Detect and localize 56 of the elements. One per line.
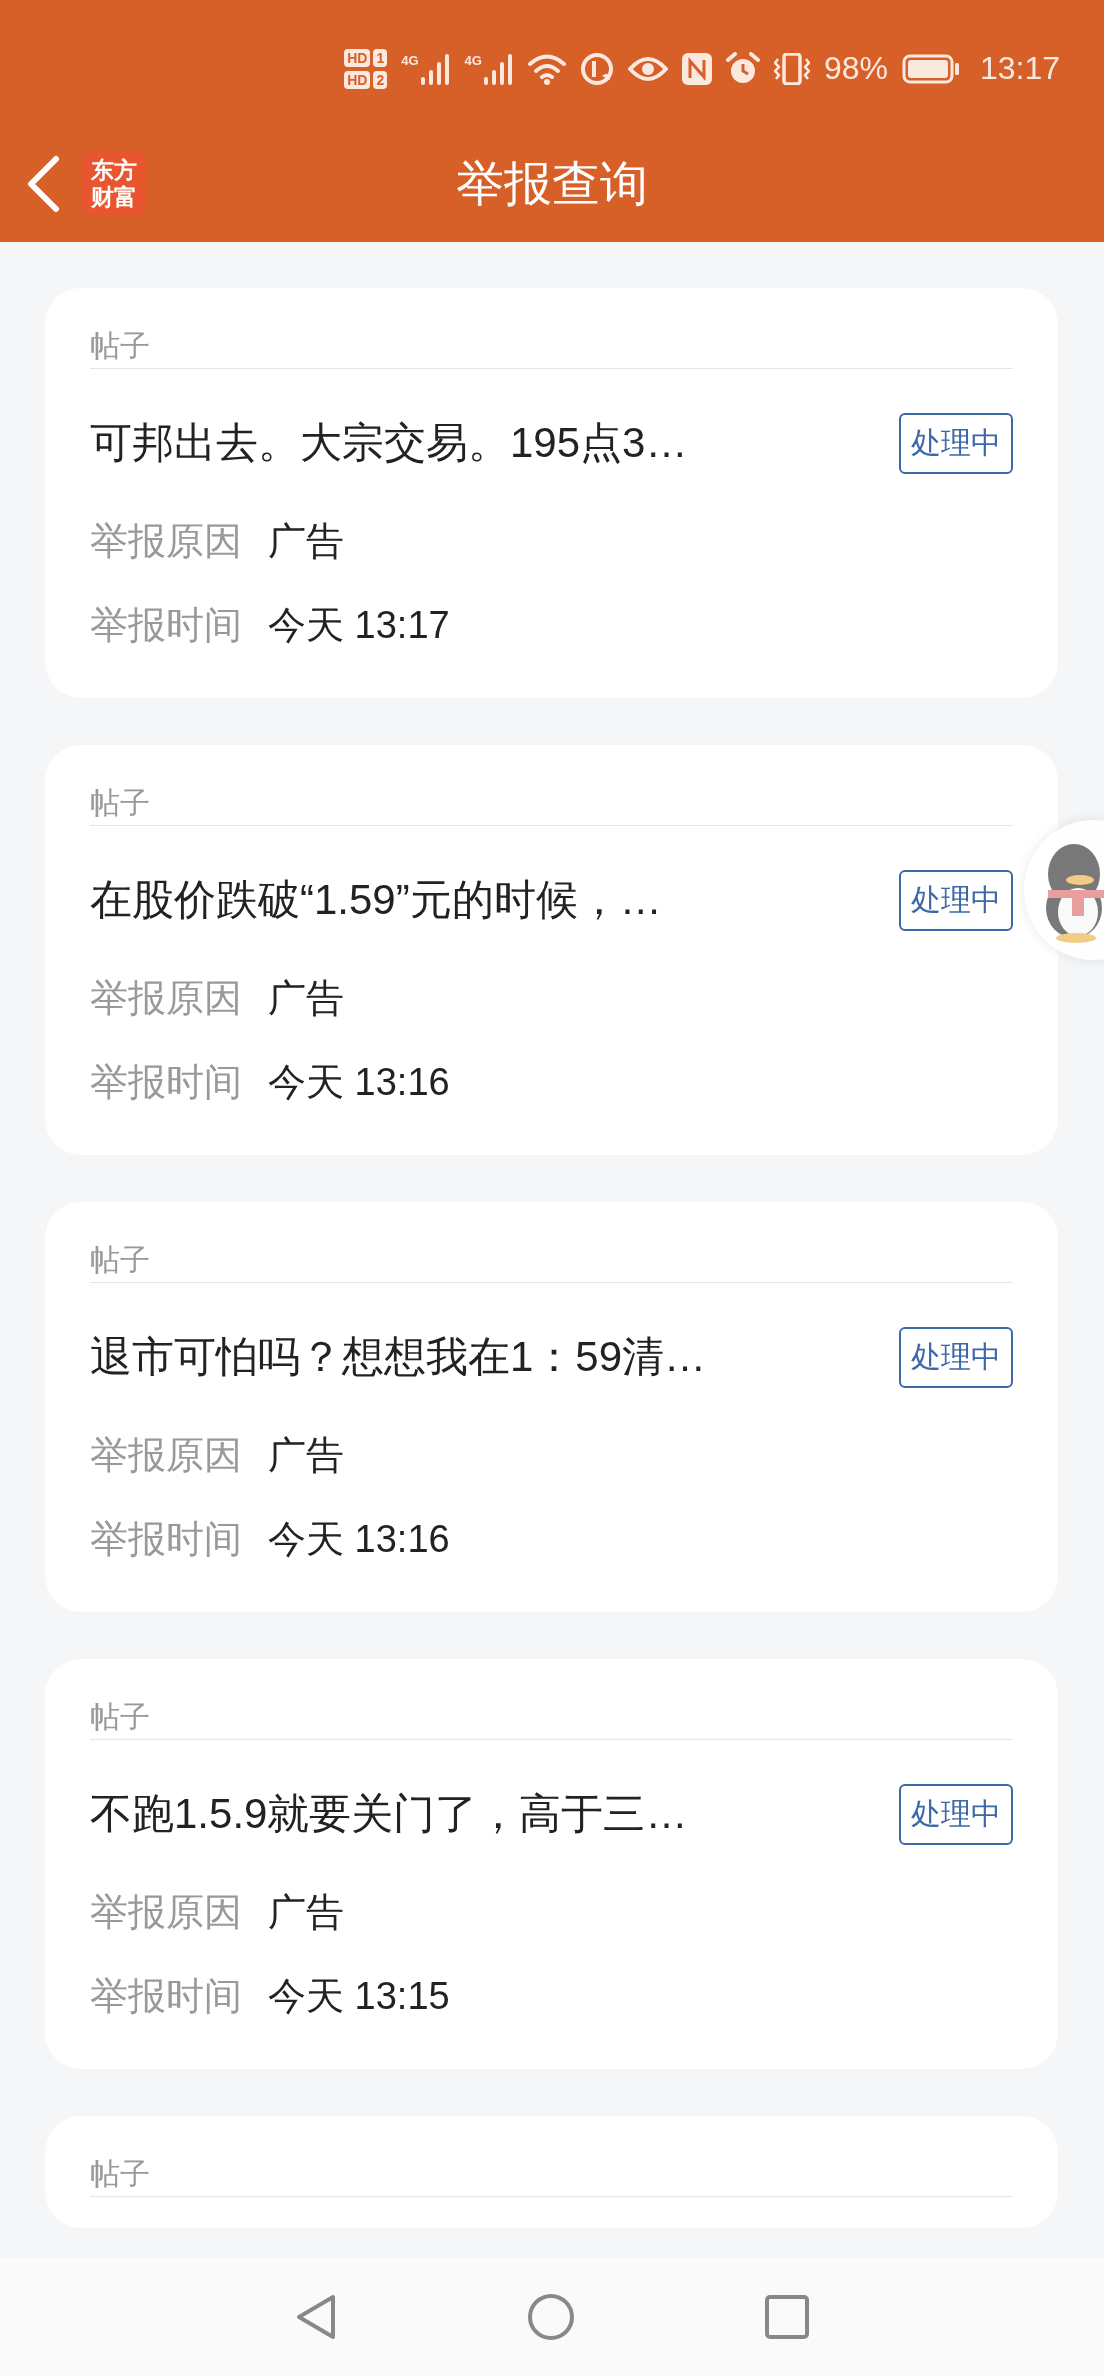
report-type: 帖子 [90,2154,1013,2197]
network-type: 4G [401,52,419,68]
signal-icon [420,52,451,85]
field-label: 举报原因 [90,1432,242,1478]
report-reason: 广告 [268,518,344,564]
report-time: 今天 13:16 [268,1516,450,1562]
report-type: 帖子 [90,783,1013,826]
battery-percent: 98% [823,50,888,87]
report-card[interactable]: 帖子 在股价跌破“1.59”元的时候，… 处理中 举报原因 广告 举报时间 今天 13:16 [45,745,1058,1155]
field-label: 举报原因 [90,975,242,1021]
field-label: 举报时间 [90,1973,242,2019]
report-type: 帖子 [90,1240,1013,1283]
field-label: 举报原因 [90,518,242,564]
report-time: 今天 13:17 [268,602,450,648]
status-badge: 处理中 [899,412,1013,474]
report-card[interactable]: 帖子 可邦出去。大宗交易。195点3… 处理中 举报原因 广告 举报时间 今天 13:17 [45,288,1058,698]
report-reason: 广告 [268,1889,344,1935]
eye-icon [627,54,668,83]
sim-slot: 1 [373,48,388,67]
field-label: 举报原因 [90,1889,242,1935]
report-card[interactable]: 帖子 不跑1.5.9就要关门了，高于三… 处理中 举报原因 广告 举报时间 今天 13:15 [45,1659,1058,2069]
vibrate-icon [773,52,810,85]
back-nav-icon[interactable] [295,2293,337,2341]
sim-label: HD [344,70,371,89]
sim-slot: 2 [373,70,388,89]
wifi-icon [527,52,566,85]
field-label: 举报时间 [90,1516,242,1562]
home-nav-icon[interactable] [527,2293,575,2341]
report-card[interactable]: 帖子 退市可怕吗？想想我在1：59清… 处理中 举报原因 广告 举报时间 今天 13:16 [45,1202,1058,1612]
report-time: 今天 13:15 [268,1973,450,2019]
page-title: 举报查询 [456,155,648,212]
alarm-icon [725,51,760,86]
status-badge: 处理中 [899,869,1013,931]
post-title: 可邦出去。大宗交易。195点3… [90,418,688,468]
status-badge: 处理中 [899,1326,1013,1388]
report-time: 今天 13:16 [268,1059,450,1105]
report-reason: 广告 [268,975,344,1021]
post-title: 不跑1.5.9就要关门了，高于三… [90,1789,688,1839]
nfc-icon [681,52,712,85]
battery-icon [901,53,960,84]
field-label: 举报时间 [90,1059,242,1105]
post-title: 在股价跌破“1.59”元的时候，… [90,875,662,925]
post-title: 退市可怕吗？想想我在1：59清… [90,1332,707,1382]
app-logo: 东方财富 [82,151,146,216]
signal-icon [483,52,514,85]
network-type: 4G [464,52,482,68]
data-saver-icon [579,51,614,86]
report-reason: 广告 [268,1432,344,1478]
sim-label: HD [344,48,371,67]
recents-nav-icon[interactable] [765,2295,809,2339]
field-label: 举报时间 [90,602,242,648]
back-icon[interactable] [26,154,60,213]
report-type: 帖子 [90,326,1013,369]
clock: 13:17 [979,50,1060,87]
status-badge: 处理中 [899,1783,1013,1845]
report-type: 帖子 [90,1697,1013,1740]
